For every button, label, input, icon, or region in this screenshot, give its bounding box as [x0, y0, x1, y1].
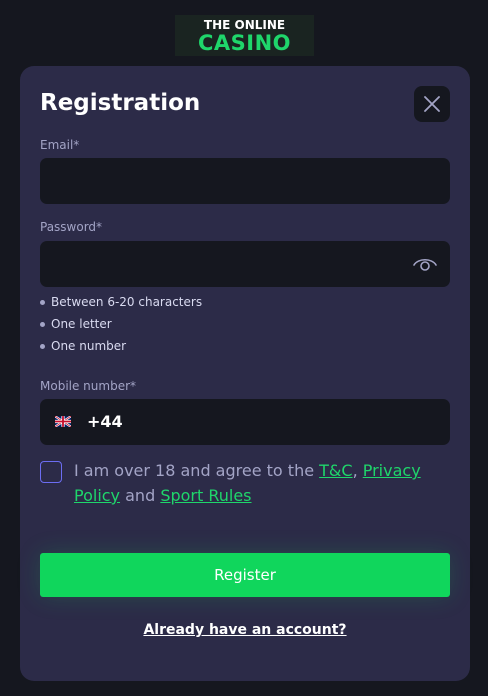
logo-line-2: CASINO [197, 31, 292, 55]
password-rule: One letter [40, 317, 202, 339]
already-have-account-link[interactable]: Already have an account? [20, 621, 470, 639]
bullet-dot [40, 344, 45, 349]
registration-modal: Registration Email* Password* Between 6-… [20, 66, 470, 681]
password-rules-list: Between 6-20 characters One letter One n… [40, 295, 202, 361]
password-rule: One number [40, 339, 202, 361]
password-rule: Between 6-20 characters [40, 295, 202, 317]
bullet-dot [40, 300, 45, 305]
age-terms-checkbox[interactable] [40, 461, 62, 483]
close-icon [424, 96, 440, 112]
password-rule-text: One number [51, 339, 127, 353]
casino-logo[interactable]: THE ONLINE CASINO [175, 15, 314, 56]
email-label: Email* [40, 138, 80, 152]
agreement-text: I am over 18 and agree to the T&C, Priva… [74, 458, 434, 508]
mobile-label: Mobile number* [40, 379, 137, 393]
agreement-text-part: and [120, 486, 161, 505]
logo-line-1: THE ONLINE [203, 18, 286, 32]
agreement-text-part: , [352, 461, 363, 480]
password-rule-text: One letter [51, 317, 112, 331]
register-button[interactable]: Register [40, 553, 450, 597]
password-field-box [40, 241, 450, 287]
terms-link[interactable]: T&C [319, 461, 352, 480]
email-field[interactable] [54, 158, 394, 204]
mobile-field-box: +44 [40, 399, 450, 445]
sport-rules-link[interactable]: Sport Rules [160, 486, 251, 505]
password-label: Password* [40, 220, 103, 234]
mobile-number-field[interactable] [54, 399, 394, 445]
eye-icon [413, 258, 437, 271]
agreement-text-part: I am over 18 and agree to the [74, 461, 320, 480]
modal-title: Registration [40, 90, 201, 116]
bullet-dot [40, 322, 45, 327]
password-rule-text: Between 6-20 characters [51, 295, 203, 309]
password-field[interactable] [54, 241, 394, 287]
toggle-password-visibility-button[interactable] [412, 253, 438, 275]
close-button[interactable] [414, 86, 450, 122]
email-field-box [40, 158, 450, 204]
